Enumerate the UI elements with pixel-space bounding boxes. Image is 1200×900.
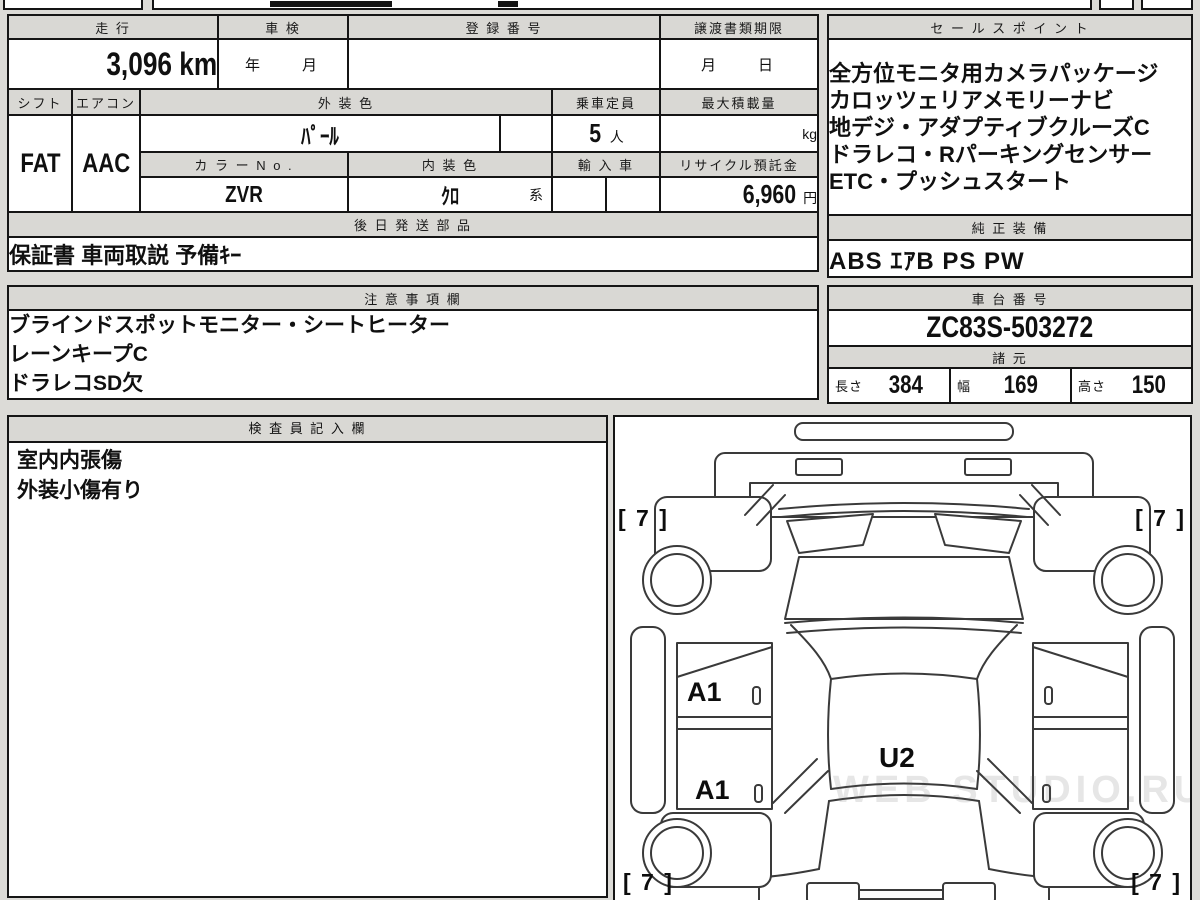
damage-mark-door-a1: A1 [695, 775, 730, 805]
specs-header: 諸 元 [827, 345, 1193, 369]
aircon-value: AAC [71, 114, 141, 213]
capacity-value: 5人 [551, 114, 662, 153]
watermark-text: WEB STUDIO.RU [833, 769, 1192, 811]
max-load-header: 最大積載量 [659, 88, 820, 116]
damage-mark-corner-rear-right: [ 7 ] [1135, 505, 1186, 531]
genuine-equipment-value: ABS ｴｱB PS PW [827, 239, 1193, 278]
color-no-header: カ ラ ー N o . [138, 151, 350, 178]
interior-color-header: 内 装 色 [347, 151, 554, 178]
shaken-header: 車 検 [217, 14, 350, 40]
damage-mark-corner-front-right: [ 7 ] [1131, 869, 1182, 895]
recycle-value: 6,960 円 [659, 176, 820, 213]
sales-point-line: ETC・プッシュスタート [829, 168, 1072, 194]
condition-diagram-box: [ 7 ] [ 7 ] [ 7 ] [ 7 ] A1 A1 U2 WEB STU… [613, 415, 1192, 900]
shift-header: シフト [7, 88, 73, 116]
import-car-header: 輸 入 車 [551, 151, 662, 178]
note-line: ドラレコSD欠 [9, 372, 144, 395]
spec-height: 高さ 150 [1070, 367, 1193, 404]
chassis-value: ZC83S-503272 [827, 309, 1193, 347]
notes-body: ブラインドスポットモニター・シートヒーター レーンキープC ドラレコSD欠 [7, 309, 819, 400]
inspector-line: 室内内張傷 [17, 449, 122, 472]
damage-mark-corner-rear-left: [ 7 ] [618, 505, 669, 531]
cropped-row-cell [3, 0, 143, 10]
import-car-cell-1 [551, 176, 608, 213]
note-line: ブラインドスポットモニター・シートヒーター [9, 314, 450, 337]
recycle-header: リサイクル預託金 [659, 151, 820, 178]
chassis-header: 車 台 番 号 [827, 285, 1193, 311]
import-car-cell-2 [605, 176, 662, 213]
genuine-equipment-header: 純 正 装 備 [827, 214, 1193, 241]
cropped-text-remnant [270, 1, 392, 7]
inspector-notes-box: 検 査 員 記 入 欄 室内内張傷 外装小傷有り [7, 415, 608, 898]
auction-sheet: 走 行 車 検 登 録 番 号 譲渡書類期限 3,096 km 年 月 月 日 … [0, 0, 1200, 900]
max-load-value: kg [659, 114, 820, 153]
note-line: レーンキープC [9, 343, 148, 366]
notes-header: 注 意 事 項 欄 [7, 285, 819, 311]
registration-header: 登 録 番 号 [347, 14, 662, 40]
exterior-color-header: 外 装 色 [138, 88, 554, 116]
transfer-deadline-value: 月 日 [659, 38, 820, 90]
mileage-value: 3,096 km [6, 38, 220, 90]
sales-points-table: セ ー ル ス ポ イ ン ト 全方位モニタ用カメラパッケージ カロッツェリアメ… [827, 14, 1193, 278]
sales-point-line: 地デジ・アダプティブクルーズC [829, 114, 1150, 140]
shaken-value: 年 月 [217, 38, 350, 90]
shift-value: FAT [7, 114, 73, 213]
damage-mark-corner-front-left: [ 7 ] [623, 869, 674, 895]
aircon-header: エアコン [71, 88, 141, 116]
cropped-row-cell [1141, 0, 1193, 10]
chassis-specs-table: 車 台 番 号 ZC83S-503272 諸 元 長さ 384 幅 169 高さ 15… [827, 285, 1193, 404]
mileage-header: 走 行 [6, 14, 220, 40]
inspector-notes-body: 室内内張傷 外装小傷有り [9, 443, 606, 509]
vehicle-data-table: 走 行 車 検 登 録 番 号 譲渡書類期限 3,096 km 年 月 月 日 … [6, 14, 820, 272]
notes-table: 注 意 事 項 欄 ブラインドスポットモニター・シートヒーター レーンキープC … [7, 285, 819, 400]
cropped-row-cell [1099, 0, 1134, 10]
color-no-value: ZVR [138, 176, 350, 213]
car-outline-diagram [630, 422, 1175, 900]
cropped-row-cell [152, 0, 1092, 10]
inspector-notes-header: 検 査 員 記 入 欄 [9, 417, 606, 443]
damage-mark-door-a1: A1 [687, 677, 722, 707]
sales-point-line: カロッツェリアメモリーナビ [829, 87, 1114, 113]
exterior-color-value: ﾊﾟｰﾙ [138, 114, 502, 153]
sales-points-header: セ ー ル ス ポ イ ン ト [827, 14, 1193, 40]
capacity-header: 乗車定員 [551, 88, 662, 116]
spec-length: 長さ 384 [827, 367, 951, 404]
later-parts-header: 後 日 発 送 部 品 [6, 211, 820, 238]
sales-point-line: 全方位モニタ用カメラパッケージ [829, 60, 1159, 86]
interior-color-value: ｸﾛ系 [347, 176, 554, 213]
sales-point-line: ドラレコ・Rパーキングセンサー [829, 141, 1153, 167]
registration-value [347, 38, 662, 90]
later-parts-value: 保証書 車両取説 予備ｷｰ [6, 236, 820, 272]
inspector-line: 外装小傷有り [17, 479, 143, 502]
sales-points-body: 全方位モニタ用カメラパッケージ カロッツェリアメモリーナビ 地デジ・アダプティブ… [827, 38, 1193, 216]
spec-width: 幅 169 [949, 367, 1072, 404]
exterior-color-extra-cell [499, 114, 554, 153]
transfer-deadline-header: 譲渡書類期限 [659, 14, 820, 40]
cropped-text-remnant [498, 1, 518, 7]
